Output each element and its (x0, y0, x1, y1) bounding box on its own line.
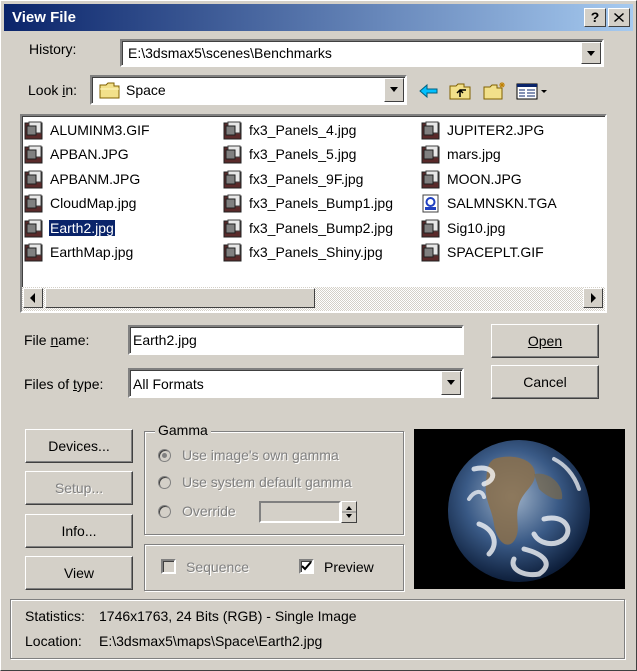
file-list[interactable]: ALUMINM3.GIF APBAN.JPG APBANM.JPG CloudMap.… (20, 114, 607, 313)
image-file-icon (24, 145, 43, 164)
image-file-icon (421, 243, 440, 262)
image-file-icon (223, 243, 242, 262)
image-file-icon (223, 219, 242, 238)
up-folder-icon[interactable] (448, 81, 474, 101)
image-file-icon (24, 170, 43, 189)
file-item-name: MOON.JPG (447, 171, 522, 187)
arrow-left-icon (30, 293, 35, 303)
image-file-icon (223, 145, 242, 164)
file-item-name: fx3_Panels_Bump2.jpg (249, 220, 393, 236)
info-button[interactable]: Info... (25, 514, 133, 548)
gamma-title: Gamma (155, 422, 211, 438)
setup-button[interactable]: Setup... (25, 471, 133, 505)
look-in-combo[interactable]: Space (90, 75, 407, 105)
file-item-name: SALMNSKN.TGA (447, 195, 557, 211)
scroll-thumb[interactable] (45, 288, 315, 308)
statistics-label: Statistics: (25, 608, 85, 624)
view-menu-icon[interactable] (515, 81, 551, 101)
look-in-label: Look in: (28, 82, 78, 98)
statistics-value: 1746x1763, 24 Bits (RGB) - Single Image (99, 608, 357, 624)
image-preview (414, 429, 625, 589)
sequence-checkbox[interactable] (161, 559, 176, 574)
file-item-name: APBANM.JPG (50, 171, 141, 187)
file-item-name: EarthMap.jpg (50, 244, 134, 260)
file-item-name: mars.jpg (447, 146, 501, 162)
horizontal-scrollbar[interactable] (22, 287, 605, 311)
open-button[interactable]: Open (491, 324, 599, 358)
image-file-icon (24, 194, 43, 213)
title-bar[interactable]: View File ? (4, 4, 633, 31)
file-item-name: SPACEPLT.GIF (447, 244, 544, 260)
image-file-icon (421, 170, 440, 189)
arrow-right-icon (591, 293, 596, 303)
status-panel: Statistics: 1746x1763, 24 Bits (RGB) - S… (10, 599, 625, 659)
gamma-override-field[interactable] (259, 501, 341, 523)
scroll-left-button[interactable] (23, 288, 43, 308)
view-button[interactable]: View (25, 556, 133, 590)
preview-label: Preview (324, 559, 374, 575)
gamma-system-radio[interactable] (158, 476, 171, 489)
image-file-icon (24, 243, 43, 262)
sequence-label: Sequence (186, 559, 250, 575)
file-item-name: CloudMap.jpg (50, 195, 137, 211)
cancel-button[interactable]: Cancel (491, 365, 599, 399)
open-button-label: Open (527, 333, 563, 349)
new-folder-icon[interactable] (482, 81, 508, 101)
file-item-name: fx3_Panels_9F.jpg (249, 171, 364, 187)
folder-icon (99, 82, 120, 99)
location-value: E:\3dsmax5\maps\Space\Earth2.jpg (99, 633, 323, 649)
gamma-override-label: Override (182, 503, 236, 519)
gamma-own-label: Use image's own gamma (182, 447, 339, 463)
file-type-label: Files of type: (24, 376, 104, 392)
close-button[interactable] (608, 8, 630, 27)
file-item-name: Earth2.jpg (48, 219, 116, 237)
checkmark-icon (301, 561, 312, 571)
spinner-arrows-icon (342, 506, 356, 518)
window-title: View File (12, 9, 76, 26)
file-item-name: APBAN.JPG (50, 146, 129, 162)
image-file-icon (421, 121, 440, 140)
close-icon (614, 13, 624, 22)
file-type-dropdown-button[interactable] (441, 371, 461, 395)
gamma-spinner[interactable] (341, 501, 357, 523)
history-label: History: (29, 41, 77, 57)
file-type-combo[interactable]: All Formats (128, 368, 464, 398)
file-item-name: ALUMINM3.GIF (50, 122, 150, 138)
help-button[interactable]: ? (584, 8, 606, 27)
file-item-name: fx3_Panels_Bump1.jpg (249, 195, 393, 211)
file-type-value: All Formats (133, 376, 204, 392)
image-file-icon (421, 145, 440, 164)
image-file-icon (24, 219, 43, 238)
back-arrow-icon[interactable] (418, 81, 440, 101)
history-dropdown-button[interactable] (581, 42, 601, 64)
scroll-right-button[interactable] (583, 288, 603, 308)
gamma-override-radio[interactable] (158, 505, 171, 518)
gamma-system-label: Use system default gamma (182, 474, 352, 490)
image-file-icon (421, 219, 440, 238)
image-file-icon (223, 121, 242, 140)
history-value: E:\3dsmax5\scenes\Benchmarks (128, 45, 332, 61)
image-file-icon (223, 194, 242, 213)
file-name-label: File name: (24, 332, 90, 348)
file-item-name: fx3_Panels_5.jpg (249, 146, 357, 162)
location-label: Location: (25, 633, 82, 649)
file-item-name: fx3_Panels_Shiny.jpg (249, 244, 383, 260)
gamma-own-radio[interactable] (158, 449, 171, 462)
look-in-dropdown-button[interactable] (384, 78, 404, 102)
file-name-value: Earth2.jpg (133, 332, 197, 348)
preview-checkbox[interactable] (299, 559, 314, 574)
file-item-name: JUPITER2.JPG (447, 122, 545, 138)
devices-button[interactable]: Devices... (25, 429, 133, 463)
file-item-name: fx3_Panels_4.jpg (249, 122, 357, 138)
file-name-field[interactable]: Earth2.jpg (128, 325, 464, 355)
image-file-icon (223, 170, 242, 189)
image-file-icon (24, 121, 43, 140)
look-in-value: Space (126, 82, 166, 98)
earth-preview-image (448, 440, 590, 582)
history-combo[interactable]: E:\3dsmax5\scenes\Benchmarks (120, 39, 604, 67)
tga-file-icon (422, 194, 439, 213)
file-item-name: Sig10.jpg (447, 220, 506, 236)
view-file-dialog: View File ? History: E:\3dsmax5\scenes\B… (0, 0, 637, 671)
